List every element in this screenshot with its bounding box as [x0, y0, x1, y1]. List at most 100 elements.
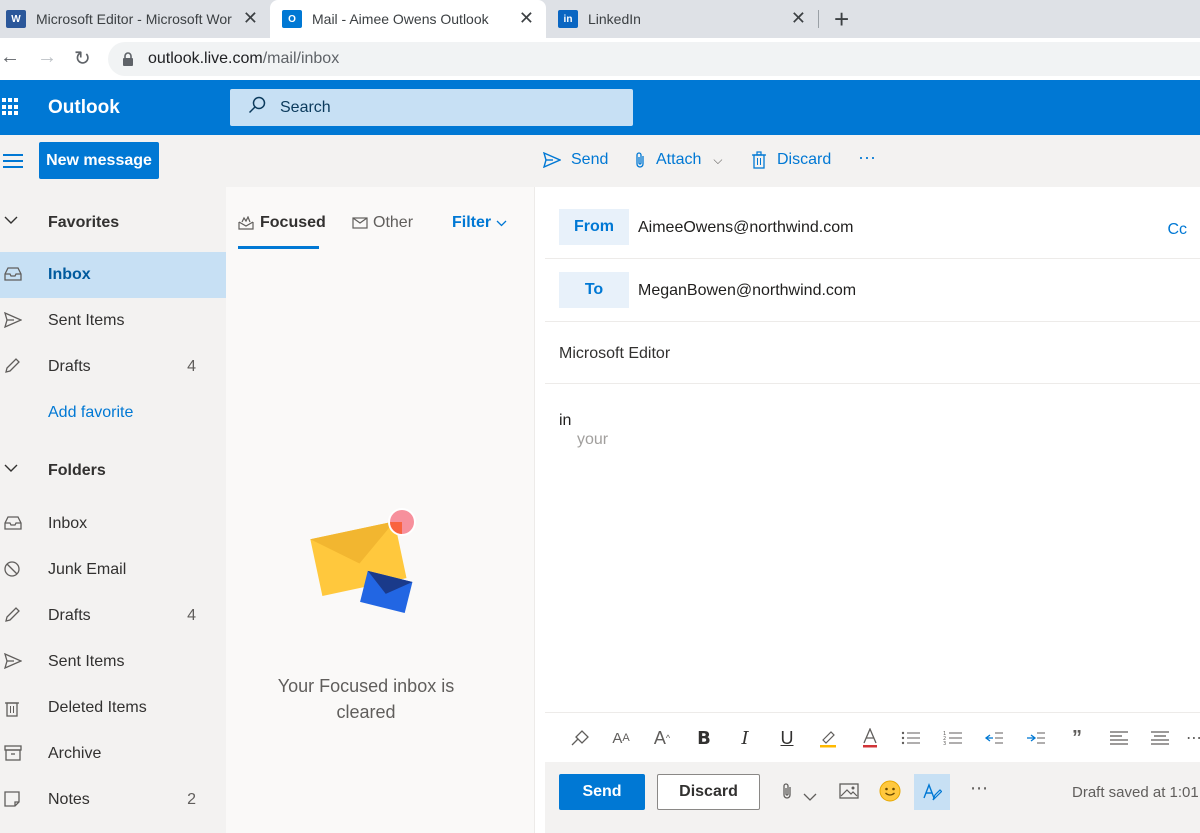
close-icon[interactable]: ✕ — [243, 8, 258, 29]
grow-font-icon[interactable]: A ^ — [649, 727, 675, 749]
text-prediction: your — [577, 431, 609, 448]
tab-other[interactable]: Other — [352, 214, 413, 232]
message-list: Focused Other Filter Your Focused inbox … — [226, 187, 534, 833]
send-button[interactable]: Send — [559, 774, 645, 810]
send-command[interactable]: Send — [543, 151, 608, 169]
address-bar-row: ← → ↻ outlook.live.com/mail/inbox — [0, 38, 1200, 80]
bullets-icon[interactable] — [898, 727, 924, 749]
cc-button[interactable]: Cc — [1167, 221, 1187, 239]
sidebar-item-drafts[interactable]: Drafts 4 — [0, 593, 226, 639]
bold-icon[interactable]: B — [691, 727, 717, 749]
url-path: /mail/inbox — [262, 50, 340, 67]
browser-tab-outlook[interactable]: O Mail - Aimee Owens Outlook ✕ — [270, 0, 546, 38]
add-favorite-link[interactable]: Add favorite — [0, 390, 226, 436]
emoji-icon[interactable] — [879, 780, 901, 807]
forward-icon[interactable]: → — [37, 46, 57, 69]
folders-label: Folders — [48, 462, 106, 479]
app-name[interactable]: Outlook — [48, 97, 120, 119]
send-icon — [3, 311, 23, 330]
paperclip-icon[interactable] — [781, 782, 793, 805]
quote-icon[interactable]: ” — [1064, 727, 1090, 749]
compose-action-bar: Send Discard ⋯ Draft saved at 1:01 — [545, 762, 1200, 833]
divider — [545, 383, 1200, 384]
to-field[interactable]: MeganBowen@northwind.com — [638, 282, 856, 300]
sidebar-item-notes[interactable]: Notes 2 — [0, 777, 226, 823]
filter-button[interactable]: Filter — [452, 214, 507, 232]
sidebar-item-junk[interactable]: Junk Email — [0, 547, 226, 593]
favorites-header[interactable]: Favorites — [0, 200, 226, 246]
sidebar-item-favorite-sent[interactable]: Sent Items — [0, 298, 226, 344]
filter-label: Filter — [452, 214, 492, 231]
sidebar-item-sent[interactable]: Sent Items — [0, 639, 226, 685]
url-bar[interactable]: outlook.live.com/mail/inbox — [108, 42, 1200, 76]
to-button[interactable]: To — [559, 272, 629, 308]
search-icon — [248, 96, 266, 119]
archive-icon — [4, 745, 22, 763]
app-launcher-icon[interactable] — [2, 98, 20, 116]
menu-icon[interactable] — [3, 154, 23, 172]
more-options-icon[interactable]: ⋯ — [970, 778, 988, 799]
chevron-down-icon[interactable] — [803, 788, 817, 806]
linkedin-icon: in — [558, 10, 578, 28]
new-tab-icon[interactable]: + — [834, 4, 849, 35]
italic-icon[interactable]: I — [732, 727, 758, 749]
inbox-icon — [4, 266, 22, 284]
align-center-icon[interactable] — [1147, 727, 1173, 749]
back-icon[interactable]: ← — [0, 46, 20, 69]
close-icon[interactable]: ✕ — [791, 8, 806, 29]
decrease-indent-icon[interactable] — [981, 727, 1007, 749]
word-icon: W — [6, 10, 26, 28]
more-formatting-icon[interactable]: ⋯ — [1181, 727, 1200, 749]
reload-icon[interactable]: ↻ — [74, 46, 91, 71]
chevron-down-icon — [496, 220, 507, 227]
discard-button[interactable]: Discard — [657, 774, 760, 810]
focused-icon — [238, 216, 254, 230]
highlight-icon[interactable] — [815, 727, 841, 749]
note-icon — [4, 791, 22, 809]
outlook-icon: O — [282, 10, 302, 28]
editor-icon[interactable] — [914, 774, 950, 810]
folders-header[interactable]: Folders — [0, 448, 226, 494]
search-placeholder: Search — [280, 98, 331, 116]
align-left-icon[interactable] — [1106, 727, 1132, 749]
chevron-down-icon — [4, 460, 22, 478]
image-icon[interactable] — [839, 783, 859, 804]
url-domain: outlook.live.com — [148, 50, 263, 67]
format-painter-icon[interactable] — [567, 727, 593, 749]
sidebar-item-inbox[interactable]: Inbox — [0, 501, 226, 547]
sidebar-item-favorite-drafts[interactable]: Drafts 4 — [0, 344, 226, 390]
to-row: To MeganBowen@northwind.com — [545, 260, 1200, 322]
new-message-button[interactable]: New message — [39, 142, 159, 179]
attach-command[interactable]: Attach ⌵ — [634, 151, 722, 169]
message-body[interactable]: in — [559, 412, 571, 430]
tab-title: Microsoft Editor - Microsoft Wor — [36, 11, 232, 27]
sidebar-item-archive[interactable]: Archive — [0, 731, 226, 777]
subject-field[interactable]: Microsoft Editor — [559, 345, 670, 363]
browser-tab-linkedin[interactable]: in LinkedIn ✕ — [546, 0, 818, 38]
font-size-icon[interactable]: AA — [608, 727, 634, 749]
chevron-down-icon[interactable]: ⌵ — [713, 153, 722, 168]
sidebar-item-label: Junk Email — [48, 561, 127, 578]
sidebar-item-favorite-inbox[interactable]: Inbox — [0, 252, 226, 298]
folder-pane: Favorites Inbox Sent Items Drafts 4 Add … — [0, 187, 226, 833]
numbering-icon[interactable]: 123 — [940, 727, 966, 749]
discard-command[interactable]: Discard — [751, 151, 831, 169]
tab-focused[interactable]: Focused — [238, 214, 326, 232]
empty-inbox-message: Your Focused inbox is cleared — [226, 673, 506, 725]
empty-inbox-illustration — [306, 502, 426, 622]
lock-icon — [122, 52, 134, 66]
font-color-icon[interactable] — [857, 727, 883, 749]
underline-icon[interactable]: U — [774, 727, 800, 749]
empty-inbox-line-1: Your Focused inbox is — [277, 676, 455, 696]
increase-indent-icon[interactable] — [1023, 727, 1049, 749]
search-input[interactable]: Search — [230, 89, 633, 126]
from-field[interactable]: AimeeOwens@northwind.com — [638, 219, 853, 237]
browser-tab-editor[interactable]: W Microsoft Editor - Microsoft Wor ✕ — [0, 0, 270, 38]
sidebar-item-deleted[interactable]: Deleted Items — [0, 685, 226, 731]
paperclip-icon — [634, 151, 646, 169]
more-options-icon[interactable]: ··· — [858, 147, 876, 168]
sidebar-item-label: Notes — [48, 791, 90, 808]
sidebar-item-label: Inbox — [48, 515, 88, 532]
from-button[interactable]: From — [559, 209, 629, 245]
close-icon[interactable]: ✕ — [519, 8, 534, 29]
